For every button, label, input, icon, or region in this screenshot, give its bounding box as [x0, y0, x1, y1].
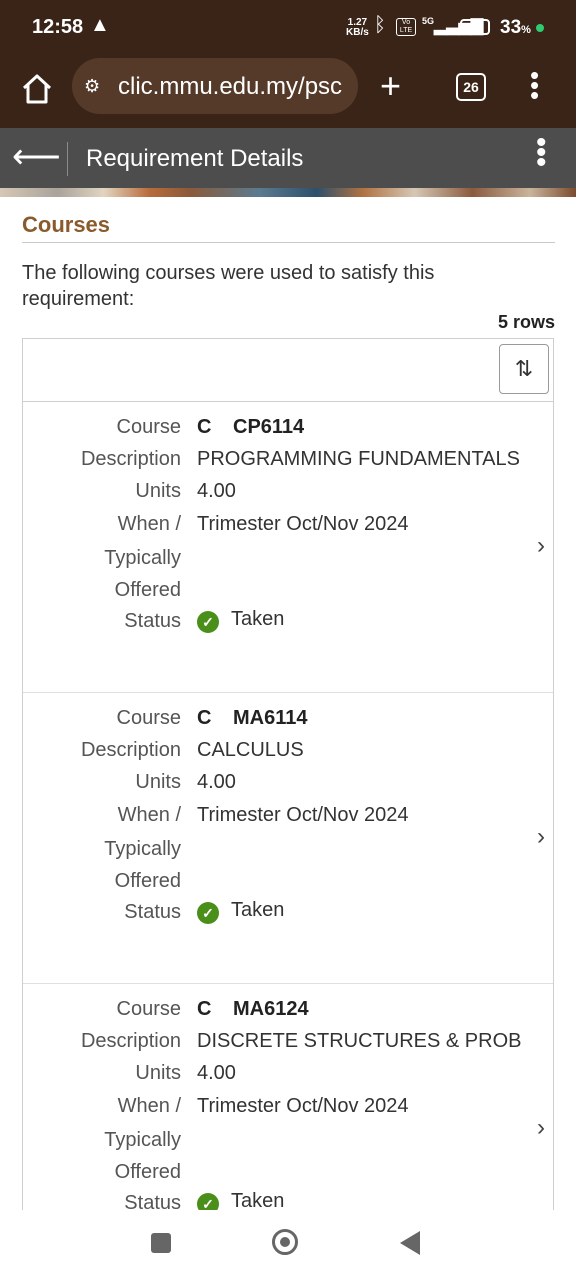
- when-label-line1: When /: [117, 1095, 181, 1117]
- grid-toolbar: ⇅: [23, 339, 553, 402]
- when-label-line2: Typically: [104, 838, 181, 860]
- course-code: MA6114: [233, 707, 308, 729]
- sort-icon: ⇅: [514, 356, 534, 381]
- course-type: C: [197, 707, 212, 729]
- when-label-line1: When /: [117, 513, 181, 535]
- course-units: 4.00: [197, 1062, 236, 1084]
- status-label: Status: [124, 610, 181, 632]
- chevron-right-icon[interactable]: ›: [537, 1114, 545, 1142]
- page-title: Requirement Details: [86, 145, 304, 172]
- bluetooth-icon: ᛒ: [374, 14, 386, 36]
- course-units: 4.00: [197, 480, 236, 502]
- course-when: Trimester Oct/Nov 2024: [197, 804, 409, 826]
- description-label: Description: [80, 739, 181, 761]
- course-description: PROGRAMMING FUNDAMENTALS: [197, 448, 520, 470]
- checkmark-icon: ✓: [197, 611, 219, 633]
- description-label: Description: [80, 1030, 181, 1052]
- when-label-line2: Typically: [104, 1129, 181, 1151]
- course-status: Taken: [231, 899, 285, 921]
- course-type: C: [197, 998, 212, 1020]
- units-label: Units: [135, 771, 181, 793]
- course-label: Course: [116, 707, 181, 729]
- site-settings-icon[interactable]: ⚙: [84, 76, 100, 97]
- units-label: Units: [135, 480, 181, 502]
- volte-icon: Vo LTE: [396, 18, 416, 36]
- course-row[interactable]: Course C MA6124 Description DISCRETE STR…: [23, 984, 553, 1238]
- course-description: DISCRETE STRUCTURES & PROB: [197, 1030, 522, 1052]
- browser-menu-icon[interactable]: • • •: [530, 62, 539, 108]
- back-triangle-icon[interactable]: [400, 1231, 420, 1255]
- course-row[interactable]: Course C CP6114 Description PROGRAMMING …: [23, 402, 553, 693]
- battery-icon: [460, 19, 490, 35]
- status-label: Status: [124, 901, 181, 923]
- warning-triangle-icon: ▲: [90, 14, 110, 36]
- clock: 12:58: [32, 16, 84, 38]
- status-dot: [536, 24, 544, 32]
- divider: [67, 142, 68, 176]
- when-label-line3: Offered: [114, 870, 181, 892]
- more-options-icon[interactable]: • • •: [536, 128, 547, 178]
- address-bar[interactable]: ⚙ clic.mmu.edu.my/psc: [72, 58, 358, 114]
- course-description: CALCULUS: [197, 739, 304, 761]
- course-when: Trimester Oct/Nov 2024: [197, 1095, 409, 1117]
- section-heading: Courses: [22, 212, 555, 243]
- section-intro: The following courses were used to satis…: [22, 262, 435, 310]
- course-when: Trimester Oct/Nov 2024: [197, 513, 409, 535]
- description-label: Description: [80, 448, 181, 470]
- course-label: Course: [116, 998, 181, 1020]
- new-tab-icon[interactable]: +: [380, 68, 401, 104]
- chevron-right-icon[interactable]: ›: [537, 532, 545, 560]
- when-label-line2: Typically: [104, 547, 181, 569]
- status-bar: 12:58 ▲ 1.27 KB/s ᛒ Vo LTE 5G▂▃▅▇ 33%: [0, 0, 576, 56]
- decorative-banner: [0, 188, 576, 197]
- courses-grid: ⇅ Course C CP6114 Description PROGRAMMIN…: [22, 338, 554, 1238]
- course-status: Taken: [231, 608, 285, 630]
- checkmark-icon: ✓: [197, 902, 219, 924]
- course-code: MA6124: [233, 998, 309, 1020]
- recents-icon[interactable]: [151, 1233, 171, 1253]
- course-row[interactable]: Course C MA6114 Description CALCULUS Uni…: [23, 693, 553, 984]
- home-icon[interactable]: [20, 72, 54, 106]
- back-arrow-icon[interactable]: ⟵: [12, 140, 61, 174]
- battery-percent: 33%: [500, 17, 531, 38]
- when-label-line3: Offered: [114, 1161, 181, 1183]
- home-button-icon[interactable]: [272, 1229, 298, 1255]
- course-code: CP6114: [233, 416, 305, 438]
- url-text[interactable]: clic.mmu.edu.my/psc: [118, 73, 348, 101]
- course-type: C: [197, 416, 212, 438]
- courses-section: Courses: [22, 212, 555, 243]
- units-label: Units: [135, 1062, 181, 1084]
- course-units: 4.00: [197, 771, 236, 793]
- network-speed: 1.27 KB/s: [346, 17, 369, 38]
- system-nav-bar: [0, 1210, 576, 1280]
- when-label-line1: When /: [117, 804, 181, 826]
- page-header: ⟵ Requirement Details • • •: [0, 128, 576, 188]
- row-count: 5 rows: [497, 312, 555, 332]
- when-label-line3: Offered: [114, 579, 181, 601]
- course-label: Course: [116, 416, 181, 438]
- sort-button[interactable]: ⇅: [499, 344, 549, 394]
- chevron-right-icon[interactable]: ›: [537, 823, 545, 851]
- tab-switcher-button[interactable]: 26: [456, 73, 486, 101]
- browser-toolbar: ⚙ clic.mmu.edu.my/psc + 26 • • •: [0, 56, 576, 128]
